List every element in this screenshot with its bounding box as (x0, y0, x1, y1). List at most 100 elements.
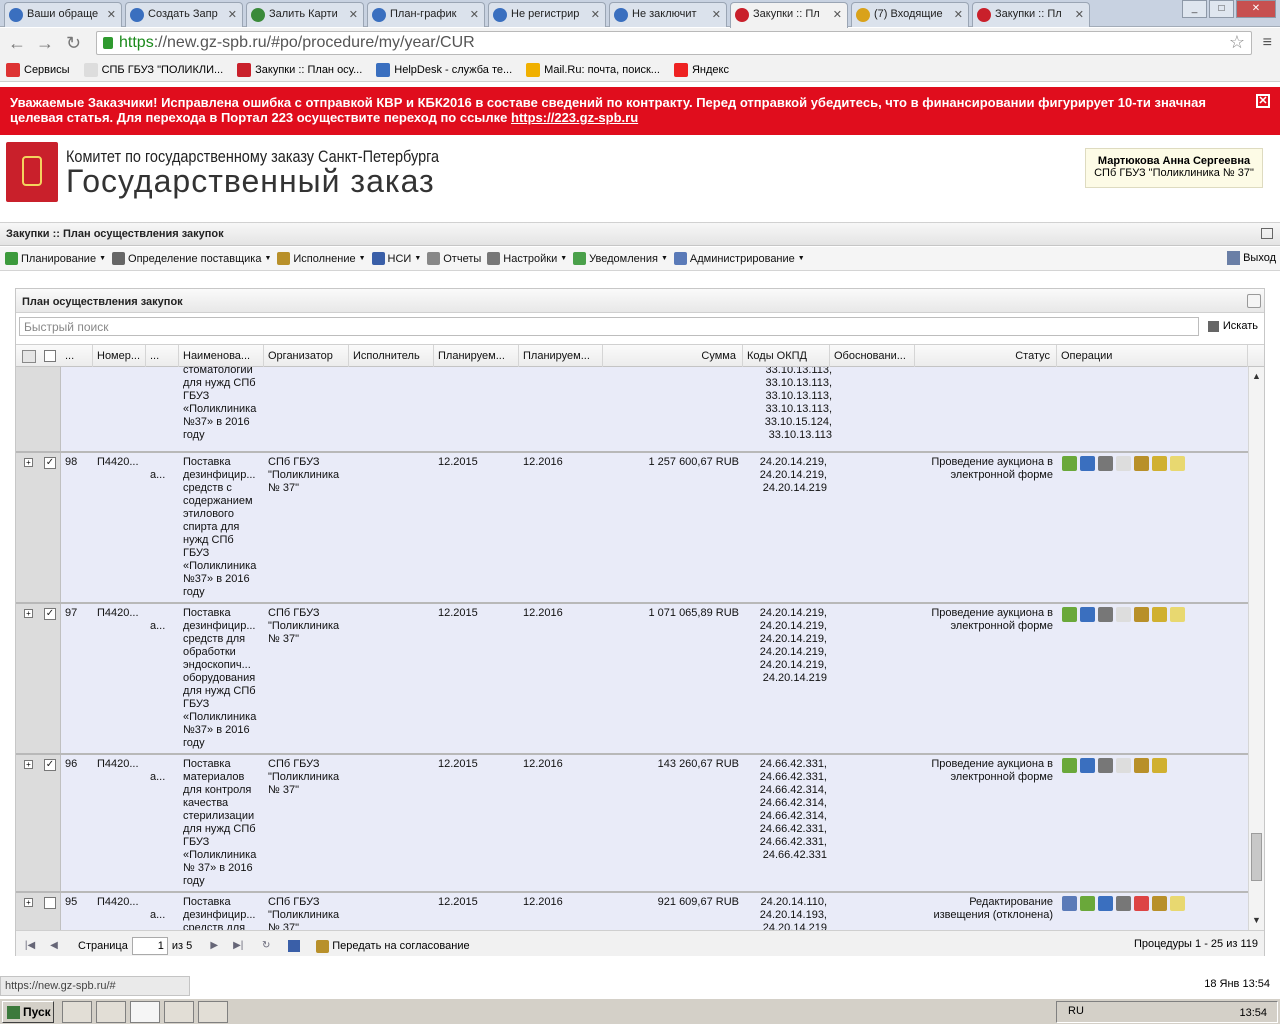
forward-icon[interactable]: → (36, 33, 54, 54)
operation-icon[interactable] (1152, 758, 1167, 773)
bookmark-item[interactable]: Яндекс (673, 62, 729, 77)
quick-search-input[interactable]: Быстрый поиск (19, 317, 1199, 336)
column-header[interactable]: Коды ОКПД (743, 345, 830, 367)
prev-page-icon[interactable]: ◀ (48, 940, 60, 952)
table-row[interactable]: стоматологии для нужд СПб ГБУЗ «Поликлин… (16, 367, 1248, 453)
close-tab-icon[interactable]: ✕ (591, 8, 600, 21)
browser-tab[interactable]: Закупки :: Пл ✕ (730, 2, 848, 28)
url-input[interactable]: https://new.gz-spb.ru/#po/procedure/my/y… (96, 31, 1252, 55)
row-checkbox[interactable] (44, 897, 56, 909)
operation-icon[interactable] (1062, 758, 1077, 773)
operation-icon[interactable] (1062, 607, 1077, 622)
operation-icon[interactable] (1170, 456, 1185, 471)
select-all-checkbox[interactable] (44, 350, 56, 362)
column-header[interactable]: Обосновани... (830, 345, 915, 367)
expand-row-icon[interactable]: + (24, 458, 33, 467)
menu-item[interactable]: Отчеты (427, 252, 481, 265)
menu-item[interactable]: Исполнение ▼ (277, 252, 366, 265)
refresh-panel-icon[interactable] (1247, 294, 1261, 308)
banner-link[interactable]: https://223.gz-spb.ru (511, 110, 638, 125)
bookmark-item[interactable]: СПБ ГБУЗ "ПОЛИКЛИ... (83, 62, 223, 77)
browser-tab[interactable]: Создать Запр ✕ (125, 2, 243, 27)
page-input[interactable]: 1 (131, 937, 168, 955)
scroll-thumb[interactable] (1251, 833, 1262, 881)
browser-tab[interactable]: Не заключит ✕ (609, 2, 727, 27)
column-header[interactable]: Сумма (603, 345, 743, 367)
operation-icon[interactable] (1152, 456, 1167, 471)
menu-item[interactable]: Уведомления ▼ (573, 252, 668, 265)
column-header[interactable]: Операции (1057, 345, 1248, 367)
close-tab-icon[interactable]: ✕ (470, 8, 479, 21)
operation-icon[interactable] (1116, 896, 1131, 911)
user-info[interactable]: Мартюкова Анна Сергеевна СПб ГБУЗ "Полик… (1085, 148, 1263, 188)
operation-icon[interactable] (1134, 896, 1149, 911)
close-tab-icon[interactable]: ✕ (833, 8, 842, 21)
operation-icon[interactable] (1098, 896, 1113, 911)
column-header[interactable]: ... (146, 345, 179, 367)
next-page-icon[interactable]: ▶ (208, 940, 220, 952)
close-tab-icon[interactable]: ✕ (1075, 8, 1084, 21)
operation-icon[interactable] (1152, 896, 1167, 911)
maximize-icon[interactable]: □ (1209, 0, 1234, 18)
operation-icon[interactable] (1098, 758, 1113, 773)
first-page-icon[interactable]: |◀ (24, 940, 36, 952)
operation-icon[interactable] (1116, 607, 1131, 622)
document-task-icon[interactable] (164, 1001, 194, 1023)
grid-scrollbar[interactable]: ▲ ▼ (1248, 367, 1264, 930)
close-tab-icon[interactable]: ✕ (712, 8, 721, 21)
operation-icon[interactable] (1134, 456, 1149, 471)
table-row[interactable]: +95 П4420... а... Поставка дезинфицир... ср… (16, 893, 1248, 930)
send-approval-button[interactable]: Передать на согласование (316, 939, 470, 953)
operation-icon[interactable] (1152, 607, 1167, 622)
minimize-panel-icon[interactable] (1261, 228, 1273, 239)
table-row[interactable]: + ✓ 98 П4420... а... Поставка дезинфицир... с… (16, 453, 1248, 604)
expand-row-icon[interactable]: + (24, 898, 33, 907)
row-checkbox[interactable]: ✓ (44, 457, 56, 469)
firefox-task-icon[interactable] (96, 1001, 126, 1023)
filter-icon[interactable] (22, 350, 36, 363)
column-header[interactable]: Планируем... (434, 345, 519, 367)
browser-tab[interactable]: Закупки :: Пл ✕ (972, 2, 1090, 27)
operation-icon[interactable] (1062, 456, 1077, 471)
operation-icon[interactable] (1170, 896, 1185, 911)
save-icon[interactable] (288, 940, 301, 952)
menu-item[interactable]: Определение поставщика ▼ (112, 252, 271, 265)
minimize-icon[interactable]: _ (1182, 0, 1207, 18)
operation-icon[interactable] (1080, 758, 1095, 773)
menu-item[interactable]: НСИ ▼ (371, 252, 421, 265)
column-header[interactable]: Организатор (264, 345, 349, 367)
menu-item[interactable]: Настройки ▼ (487, 252, 567, 265)
table-row[interactable]: + ✓ 97 П4420... а... Поставка дезинфицир... с… (16, 604, 1248, 755)
chrome-task-icon[interactable] (130, 1001, 160, 1023)
operation-icon[interactable] (1080, 607, 1095, 622)
operation-icon[interactable] (1080, 896, 1095, 911)
operation-icon[interactable] (1116, 758, 1131, 773)
operation-icon[interactable] (1080, 456, 1095, 471)
operation-icon[interactable] (1098, 607, 1113, 622)
bookmark-star-icon[interactable]: ☆ (1229, 32, 1245, 53)
close-banner-icon[interactable]: ✕ (1256, 94, 1270, 108)
bookmark-item[interactable]: Mail.Ru: почта, поиск... (526, 62, 660, 77)
refresh-icon[interactable]: ↻ (260, 940, 272, 952)
bookmark-item[interactable]: Сервисы (6, 62, 70, 77)
column-header[interactable]: Номер... (93, 345, 146, 367)
close-tab-icon[interactable]: ✕ (349, 8, 358, 21)
close-tab-icon[interactable]: ✕ (107, 8, 116, 21)
browser-tab[interactable]: Не регистрир ✕ (488, 2, 606, 27)
operation-icon[interactable] (1062, 896, 1077, 911)
close-tab-icon[interactable]: ✕ (954, 8, 963, 21)
operation-icon[interactable] (1116, 456, 1131, 471)
browser-tab[interactable]: Залить Карти ✕ (246, 2, 364, 27)
back-icon[interactable]: ← (8, 33, 26, 54)
close-window-icon[interactable]: ✕ (1236, 0, 1276, 18)
browser-tab[interactable]: План-график ✕ (367, 2, 485, 27)
menu-item[interactable]: Администрирование ▼ (673, 252, 805, 265)
start-button[interactable]: Пуск (2, 1001, 54, 1023)
expand-row-icon[interactable]: + (24, 609, 33, 618)
search-button[interactable]: Искать (1207, 320, 1258, 332)
operation-icon[interactable] (1134, 758, 1149, 773)
column-header[interactable]: Наименова... (179, 345, 264, 367)
browser-tab[interactable]: Ваши обраще ✕ (4, 2, 122, 27)
folder-task-icon[interactable] (62, 1001, 92, 1023)
column-header[interactable]: Исполнитель (349, 345, 434, 367)
